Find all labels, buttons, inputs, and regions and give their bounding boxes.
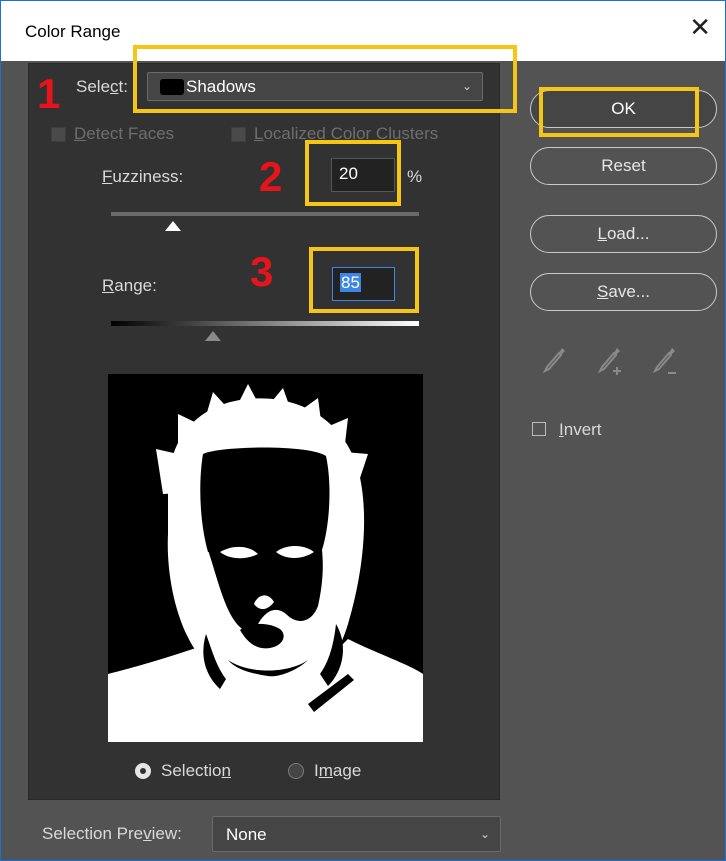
range-slider-thumb[interactable] — [204, 331, 221, 341]
color-swatch — [160, 79, 184, 95]
detect-faces-checkbox[interactable] — [51, 127, 66, 142]
fuzziness-unit: % — [407, 167, 423, 186]
ok-button[interactable]: OK — [530, 90, 717, 128]
image-radio-label: Image — [314, 761, 362, 780]
selection-preview-label: Selection Preview: — [42, 824, 182, 843]
chevron-down-icon: ⌄ — [479, 827, 490, 841]
selection-radio[interactable] — [135, 763, 151, 779]
localized-clusters-label: Localized Color Clusters — [254, 124, 439, 143]
step-number-2: 2 — [259, 153, 283, 200]
localized-clusters-checkbox[interactable] — [231, 127, 246, 142]
color-range-dialog: Color Range ✕ Select: Shadows ⌄ Detect F… — [0, 0, 726, 861]
range-input[interactable]: 85 — [332, 267, 395, 301]
eyedropper-plus-icon[interactable] — [597, 346, 625, 380]
load-button[interactable]: Load... — [530, 215, 717, 253]
reset-button[interactable]: Reset — [530, 147, 717, 185]
select-value: Shadows — [186, 77, 256, 96]
detect-faces-label: Detect Faces — [74, 124, 175, 143]
invert-checkbox[interactable] — [532, 422, 546, 436]
step-number-3: 3 — [250, 248, 274, 295]
range-slider-track[interactable] — [111, 321, 419, 326]
invert-label: Invert — [559, 420, 602, 439]
step-number-1: 1 — [37, 70, 61, 117]
fuzziness-label: Fuzziness: — [102, 167, 184, 186]
select-label: Select: — [76, 77, 128, 96]
selection-preview-dropdown[interactable]: None ⌄ — [212, 816, 501, 852]
fuzziness-slider-thumb[interactable] — [164, 221, 181, 231]
chevron-down-icon: ⌄ — [461, 79, 472, 93]
eyedropper-minus-icon[interactable] — [652, 346, 680, 380]
selection-radio-label: Selection — [161, 761, 231, 780]
fuzziness-input[interactable]: 20 — [331, 158, 395, 192]
range-value: 85 — [340, 273, 361, 292]
dialog-title: Color Range — [25, 22, 121, 41]
save-button[interactable]: Save... — [530, 273, 717, 311]
fuzziness-value: 20 — [339, 164, 358, 183]
selection-preview-value: None — [226, 825, 267, 844]
select-dropdown[interactable]: Shadows ⌄ — [147, 72, 483, 101]
image-radio[interactable] — [288, 763, 304, 779]
fuzziness-slider-track[interactable] — [111, 212, 419, 216]
eyedropper-icon[interactable] — [542, 346, 566, 376]
selection-preview-image — [108, 374, 423, 742]
title-bar: Color Range ✕ — [1, 1, 725, 61]
range-label: Range: — [102, 276, 157, 295]
close-icon[interactable]: ✕ — [689, 15, 711, 41]
